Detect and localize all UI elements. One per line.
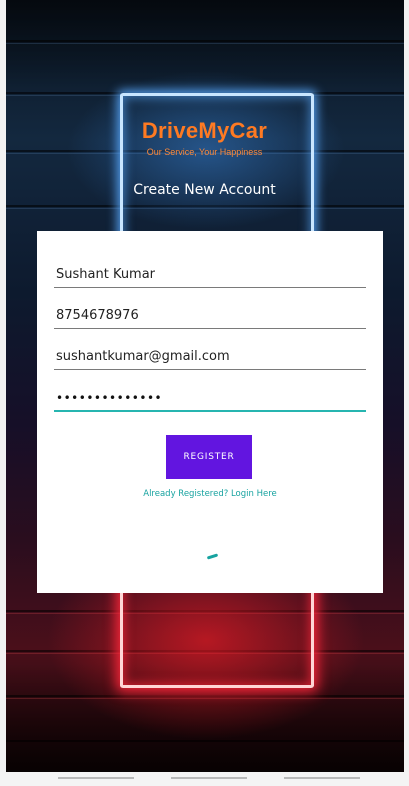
system-nav-bar [0, 772, 409, 786]
nav-menu-handle[interactable] [58, 777, 134, 779]
phone-field[interactable]: 8754678976 [54, 306, 366, 329]
app-screen: DriveMyCar Our Service, Your Happiness C… [0, 0, 409, 786]
login-link[interactable]: Already Registered? Login Here [37, 489, 383, 499]
register-button[interactable]: REGISTER [166, 435, 252, 479]
app-logo-text: DriveMyCar [141, 118, 268, 143]
registration-card: Sushant Kumar 8754678976 sushantkumar@gm… [37, 231, 383, 593]
app-tagline: Our Service, Your Happiness [146, 147, 263, 157]
neon-frame-top [120, 93, 314, 246]
email-field[interactable]: sushantkumar@gmail.com [54, 347, 366, 370]
name-field[interactable]: Sushant Kumar [54, 265, 366, 288]
nav-back-handle[interactable] [284, 777, 360, 779]
page-title: Create New Account [133, 182, 276, 198]
progress-spinner-icon [206, 553, 219, 560]
password-field[interactable]: •••••••••••••• [54, 388, 366, 412]
nav-home-handle[interactable] [171, 777, 247, 779]
